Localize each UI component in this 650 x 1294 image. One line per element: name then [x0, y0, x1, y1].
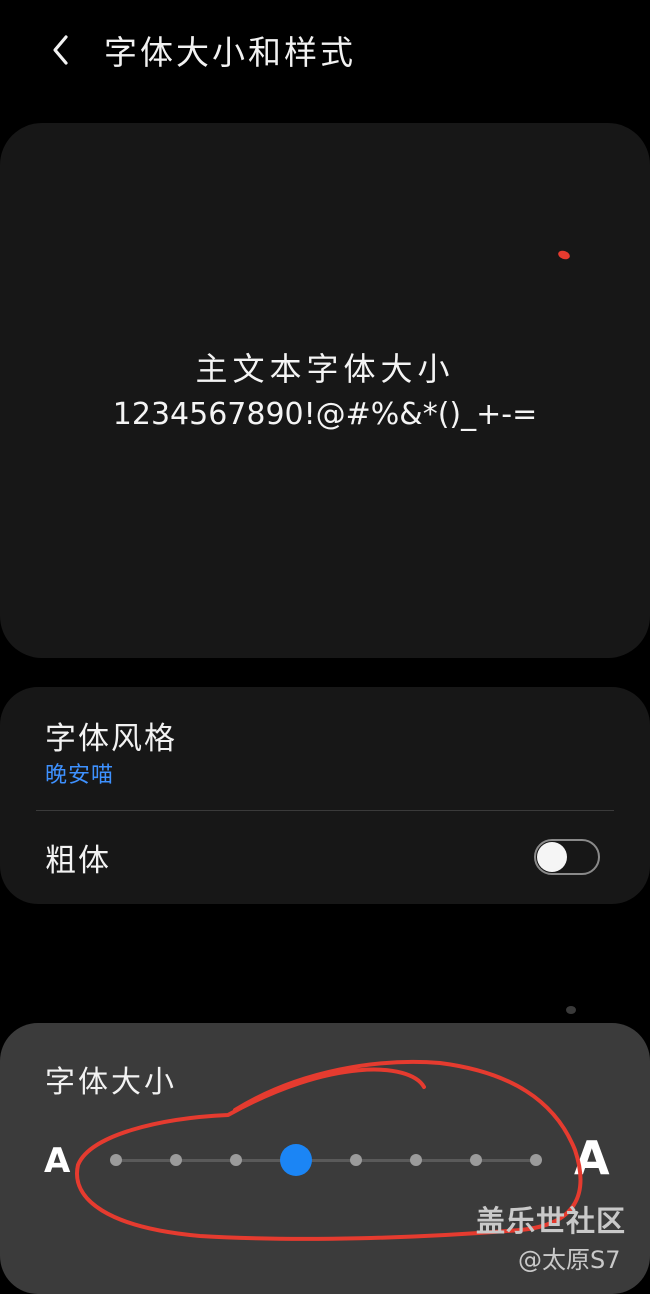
font-size-step-6[interactable]: [410, 1154, 422, 1166]
page-title: 字体大小和样式: [104, 33, 356, 72]
font-size-step-2[interactable]: [170, 1154, 182, 1166]
chevron-left-icon: [53, 35, 68, 65]
watermark-user: @太原S7: [518, 1246, 621, 1274]
font-size-slider-thumb[interactable]: [280, 1144, 312, 1176]
font-size-step-8[interactable]: [530, 1154, 542, 1166]
font-size-step-1[interactable]: [110, 1154, 122, 1166]
bold-toggle[interactable]: [534, 839, 600, 875]
font-style-value: 晚安喵: [45, 763, 115, 788]
preview-text: 主文本字体大小 1234567890!@#%&*()_+-=: [0, 345, 650, 437]
preview-line-main: 主文本字体大小: [195, 350, 455, 388]
font-size-step-7[interactable]: [470, 1154, 482, 1166]
font-size-label: 字体大小: [45, 1065, 177, 1100]
font-size-step-3[interactable]: [230, 1154, 242, 1166]
font-preview-card: 主文本字体大小 1234567890!@#%&*()_+-=: [0, 123, 650, 658]
font-style-item[interactable]: 字体风格 晚安喵: [0, 687, 650, 811]
annotation-dot: [556, 249, 572, 261]
font-style-label: 字体风格: [45, 721, 177, 757]
bold-item[interactable]: 粗体: [0, 811, 650, 904]
watermark-brand: 盖乐世社区: [476, 1204, 627, 1238]
font-size-step-5[interactable]: [350, 1154, 362, 1166]
toggle-knob: [537, 842, 567, 872]
large-size-glyph: A: [574, 1131, 610, 1185]
small-size-glyph: A: [44, 1141, 71, 1181]
preview-line-symbols: 1234567890!@#%&*()_+-=: [112, 397, 538, 432]
bold-label: 粗体: [45, 843, 111, 879]
app-bar: 字体大小和样式: [0, 0, 650, 100]
back-button[interactable]: [40, 28, 80, 72]
font-settings-card: 字体风格 晚安喵 粗体: [0, 687, 650, 904]
scroll-indicator: [566, 1006, 576, 1014]
